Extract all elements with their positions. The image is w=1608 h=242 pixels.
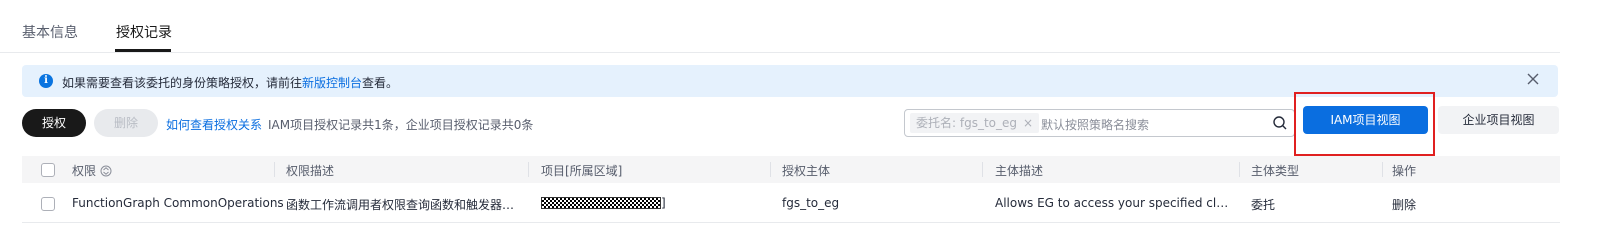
search-input[interactable]: 默认按照策略名搜索 xyxy=(1041,116,1149,133)
record-count-text: IAM项目授权记录共1条，企业项目授权记录共0条 xyxy=(268,118,534,132)
header-actions: 操作 xyxy=(1392,164,1417,178)
column-separator xyxy=(770,162,771,177)
enterprise-project-view-button[interactable]: 企业项目视图 xyxy=(1438,106,1559,134)
alert-text: 如果需要查看该委托的身份策略授权，请前往 xyxy=(62,76,303,90)
alert-text-end: 查看。 xyxy=(362,76,399,90)
sort-icon[interactable] xyxy=(100,165,112,177)
filter-tag-label: 委托名: fgs_to_eg xyxy=(916,116,1017,130)
row-checkbox[interactable] xyxy=(41,197,55,211)
column-separator xyxy=(528,162,529,177)
header-permission: 权限 xyxy=(72,162,112,179)
principal-type: 委托 xyxy=(1251,198,1276,212)
column-separator xyxy=(982,162,983,177)
grant-button[interactable]: 授权 xyxy=(22,109,86,137)
search-box[interactable]: 委托名: fgs_to_eg × 默认按照策略名搜索 xyxy=(904,109,1295,137)
column-separator xyxy=(1382,162,1383,177)
tab-basic-info[interactable]: 基本信息 xyxy=(22,22,78,42)
permission-name-link[interactable]: FunctionGraph CommonOperations xyxy=(72,196,284,210)
tab-bar: 基本信息 授权记录 xyxy=(0,0,1560,53)
header-principal: 授权主体 xyxy=(782,164,831,178)
iam-project-view-button[interactable]: IAM项目视图 xyxy=(1303,106,1428,134)
row-delete-link[interactable]: 删除 xyxy=(1392,196,1416,213)
filter-tag: 委托名: fgs_to_eg × xyxy=(910,113,1040,133)
search-icon[interactable] xyxy=(1272,115,1288,131)
principal-name: fgs_to_eg xyxy=(782,196,840,210)
project-suffix: ] xyxy=(661,196,666,210)
table-row: FunctionGraph CommonOperations 函数工作流调用者权… xyxy=(22,183,1560,223)
header-principal-description: 主体描述 xyxy=(995,164,1044,178)
header-permission-description: 权限描述 xyxy=(286,164,335,178)
delete-button[interactable]: 删除 xyxy=(94,109,158,137)
select-all-checkbox[interactable] xyxy=(41,163,55,177)
header-project: 项目[所属区域] xyxy=(541,164,623,178)
header-principal-type: 主体类型 xyxy=(1251,164,1300,178)
column-separator xyxy=(1239,162,1240,177)
remove-filter-icon[interactable]: × xyxy=(1023,116,1033,130)
close-icon[interactable] xyxy=(1526,72,1540,86)
new-console-link[interactable]: 新版控制台 xyxy=(302,76,362,90)
alert-message: 如果需要查看该委托的身份策略授权，请前往新版控制台查看。 xyxy=(62,74,398,91)
header-permission-label: 权限 xyxy=(72,164,97,178)
tab-authorization-records[interactable]: 授权记录 xyxy=(116,22,172,42)
permission-description: 函数工作流调用者权限查询函数和触发器，... xyxy=(286,198,522,212)
table-header: 权限 权限描述 项目[所属区域] 授权主体 主体描述 主体类型 操作 xyxy=(22,156,1560,183)
principal-description: Allows EG to access your specified cloud… xyxy=(995,196,1231,210)
redacted-project-name xyxy=(541,197,661,209)
info-alert: i 如果需要查看该委托的身份策略授权，请前往新版控制台查看。 xyxy=(22,65,1558,97)
column-separator xyxy=(274,162,275,177)
active-tab-indicator xyxy=(115,49,171,52)
info-icon: i xyxy=(39,74,53,88)
how-to-view-authorization-link[interactable]: 如何查看授权关系 xyxy=(166,116,262,133)
project-region: ] xyxy=(541,196,666,210)
